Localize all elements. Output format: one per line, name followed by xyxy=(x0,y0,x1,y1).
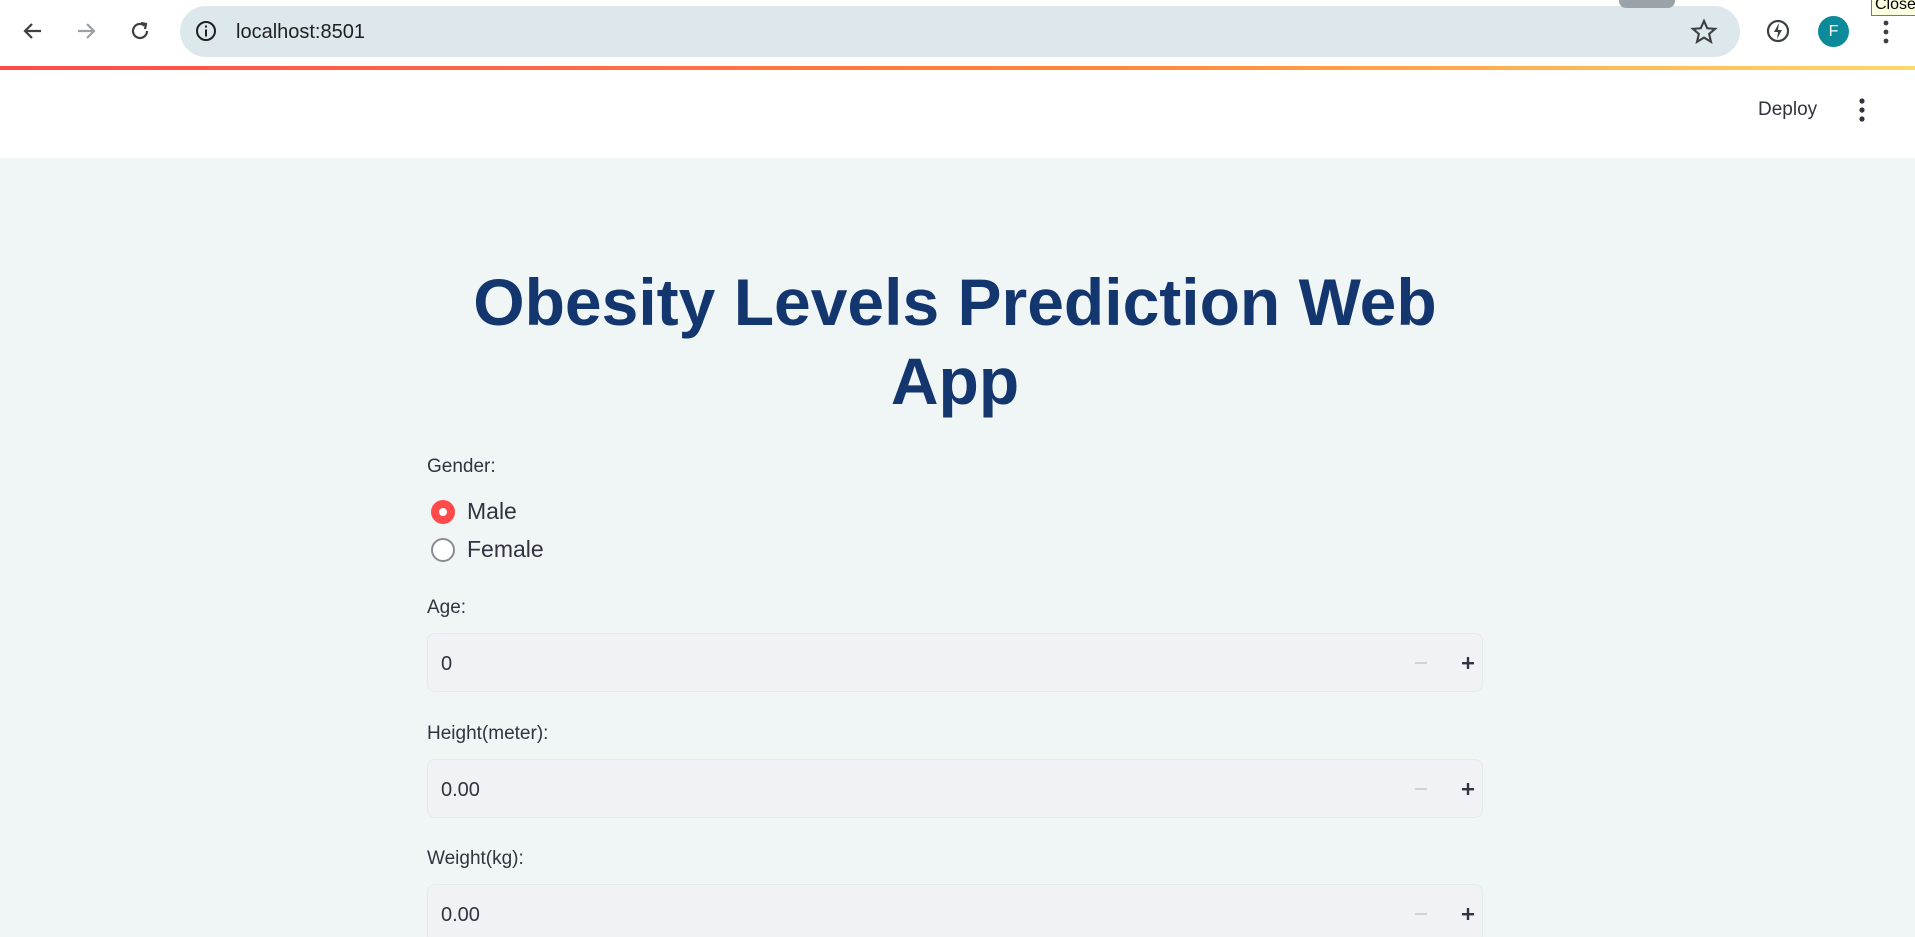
age-increment-button[interactable] xyxy=(1450,644,1486,682)
reload-icon xyxy=(131,21,149,40)
height-value[interactable]: 0.00 xyxy=(441,779,480,802)
weight-label: Weight(kg): xyxy=(427,848,524,869)
plus-icon xyxy=(1462,657,1474,669)
tab-drag-handle[interactable] xyxy=(1619,0,1675,8)
gender-option-female[interactable]: Female xyxy=(431,536,544,563)
minus-icon xyxy=(1415,662,1427,664)
arrow-left-icon xyxy=(23,23,41,39)
gender-option-label[interactable]: Male xyxy=(467,498,517,525)
address-bar[interactable]: localhost:8501 xyxy=(180,6,1740,57)
weight-increment-button[interactable] xyxy=(1450,895,1486,933)
bookmark-star-icon[interactable] xyxy=(1690,18,1718,46)
forward-button[interactable] xyxy=(68,13,104,49)
age-decrement-button[interactable] xyxy=(1403,644,1439,682)
app-menu-icon[interactable] xyxy=(1850,96,1874,124)
arrow-right-icon xyxy=(78,23,96,39)
radio-unselected-icon[interactable] xyxy=(431,537,455,562)
reload-button[interactable] xyxy=(122,13,158,49)
weight-decrement-button[interactable] xyxy=(1403,895,1439,933)
weight-input[interactable]: 0.00 xyxy=(427,884,1483,937)
profile-avatar[interactable]: F xyxy=(1818,16,1849,47)
radio-selected-icon[interactable] xyxy=(431,499,455,524)
minus-icon xyxy=(1415,913,1427,915)
close-tooltip: Close xyxy=(1871,0,1915,16)
height-increment-button[interactable] xyxy=(1450,770,1486,808)
gender-label: Gender: xyxy=(427,456,496,477)
back-button[interactable] xyxy=(15,13,51,49)
plus-icon xyxy=(1462,908,1474,920)
extension-icon[interactable] xyxy=(1762,15,1794,47)
age-label: Age: xyxy=(427,597,467,618)
browser-toolbar: localhost:8501 F Close xyxy=(0,0,1915,66)
weight-value[interactable]: 0.00 xyxy=(441,904,480,927)
minus-icon xyxy=(1415,788,1427,790)
url-text[interactable]: localhost:8501 xyxy=(236,21,365,44)
gender-option-male[interactable]: Male xyxy=(431,498,517,525)
height-input[interactable]: 0.00 xyxy=(427,759,1483,818)
browser-menu-icon[interactable] xyxy=(1874,16,1898,48)
page-title: Obesity Levels Prediction Web App xyxy=(473,265,1437,418)
age-input[interactable]: 0 xyxy=(427,633,1483,692)
age-value[interactable]: 0 xyxy=(441,653,452,676)
height-label: Height(meter): xyxy=(427,723,549,744)
site-info-icon[interactable] xyxy=(194,19,218,43)
gender-option-label[interactable]: Female xyxy=(467,536,544,563)
app-header: Deploy xyxy=(0,70,1915,158)
deploy-button[interactable]: Deploy xyxy=(1746,93,1829,127)
main-content: Obesity Levels Prediction Web App Gender… xyxy=(427,158,1483,937)
height-decrement-button[interactable] xyxy=(1403,770,1439,808)
plus-icon xyxy=(1462,783,1474,795)
